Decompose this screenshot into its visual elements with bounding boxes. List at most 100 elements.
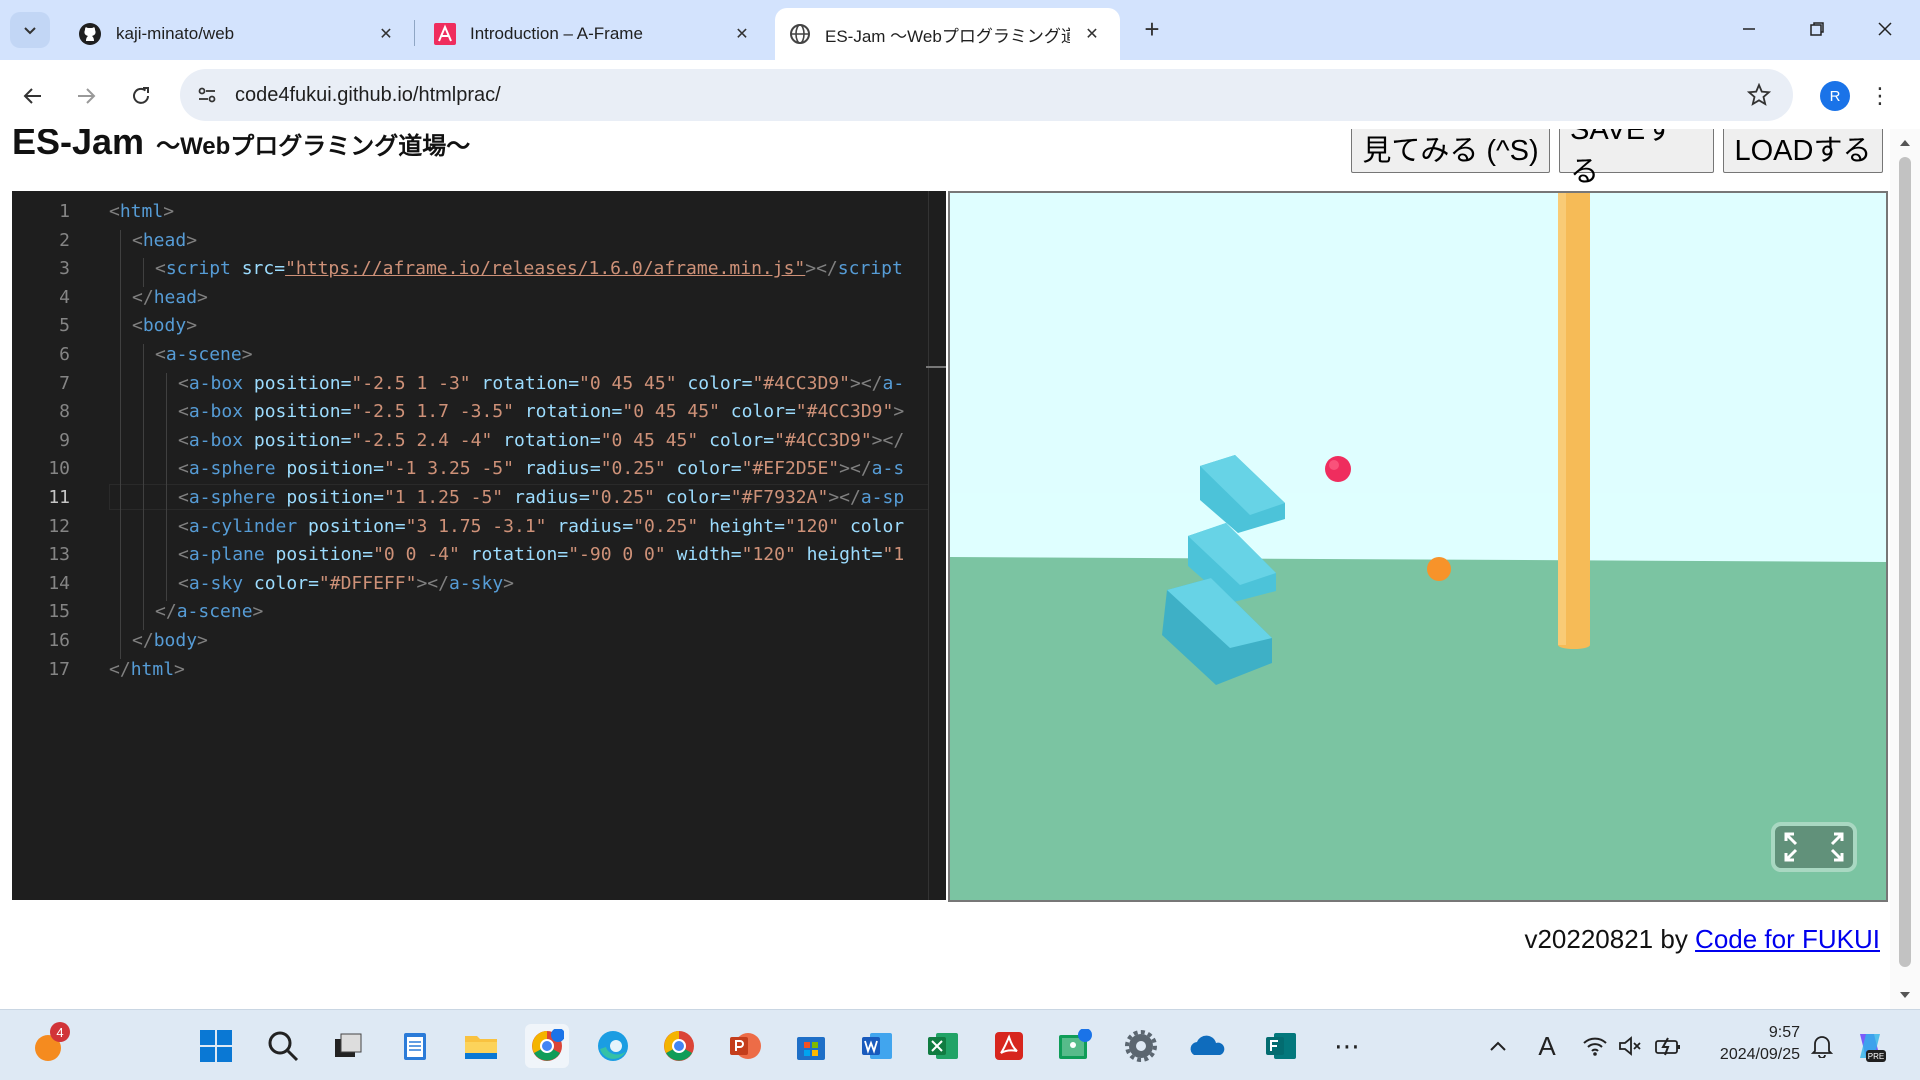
tab-strip: kaji-minato/web ✕ Introduction – A-Frame… [0,0,1920,60]
code-token: a-box [188,401,244,423]
code-token: ></ [871,429,905,451]
chrome-profile-button[interactable] [525,1024,569,1068]
code-token: = [373,458,384,480]
restore-button[interactable] [1783,0,1851,58]
acrobat-button[interactable] [987,1024,1031,1068]
scroll-up-icon[interactable] [1899,137,1911,147]
line-number: 7 [59,372,70,394]
code-token: = [557,544,569,566]
store-button[interactable] [789,1024,833,1068]
code-token: color [243,572,309,594]
more-apps-button[interactable]: ⋯ [1325,1024,1369,1068]
task-view-button[interactable] [326,1024,370,1068]
edge-button[interactable] [591,1024,635,1068]
new-tab-button[interactable]: + [1135,12,1169,46]
code-token: = [730,544,742,566]
copilot-icon: PRE [1860,1034,1886,1062]
excel-button[interactable] [921,1024,965,1068]
code-token: "1 [882,544,905,566]
file-explorer-button[interactable] [459,1024,503,1068]
line-number: 1 [59,201,70,222]
code-editor[interactable]: 1 <html> 2 <head> 3 <script src="https://afra… [12,191,946,900]
line-number: 8 [59,401,70,423]
code-token: = [308,572,319,594]
tab-github[interactable]: kaji-minato/web ✕ [64,8,414,60]
url-text: code4fukui.github.io/htmlprac/ [235,84,501,106]
network-button[interactable] [1580,1032,1610,1060]
copilot-button[interactable]: PRE [1852,1026,1888,1066]
widgets-button[interactable]: 4 [26,1022,70,1068]
profile-avatar[interactable]: R [1820,81,1850,111]
window-close-button[interactable] [1851,0,1919,58]
forward-button[interactable] [68,78,104,114]
notepad-button[interactable] [393,1024,437,1068]
indent-guide [120,229,121,659]
reload-button[interactable] [123,78,159,114]
tab-aframe[interactable]: Introduction – A-Frame ✕ [420,8,770,60]
volume-button[interactable] [1615,1032,1645,1060]
line-number: 4 [59,286,70,308]
load-button[interactable]: LOADする [1723,129,1883,173]
svg-text:PRE: PRE [1868,1052,1884,1061]
ime-indicator[interactable]: A [1533,1031,1561,1061]
clock[interactable]: 9:57 2024/09/25 [1700,1022,1800,1066]
battery-button[interactable] [1652,1032,1684,1060]
code-token: "https://aframe.io/releases/1.6.0/aframe… [285,258,806,280]
aframe-scene-preview[interactable] [948,191,1888,902]
code-token: > [186,229,198,251]
code-token: = [274,258,286,280]
code-token: </ [132,286,154,308]
code-token: position [243,401,341,423]
close-icon[interactable]: ✕ [1078,20,1106,48]
save-button[interactable]: SAVEする [1559,129,1714,188]
line-number: 14 [48,572,70,594]
fullscreen-button[interactable] [1771,822,1857,872]
star-icon[interactable] [1747,83,1771,107]
scroll-thumb[interactable] [1899,157,1911,967]
word-button[interactable] [855,1024,899,1068]
minimize-button[interactable] [1715,0,1783,58]
back-button[interactable] [15,78,51,114]
code-line: <a-plane position="0 0 -4" rotation="-90… [178,544,904,565]
reload-icon [133,87,149,104]
app-subtitle: 〜Webプログラミング道場〜 [156,133,471,160]
code-token: </ [132,630,154,651]
excel-icon [928,1033,958,1059]
version-text: v20220821 by [1524,924,1696,954]
code-line: <a-sky color="#DFFEFF"></a-sky> [178,573,514,594]
menu-icon[interactable]: ⋮ [1868,80,1892,112]
code-for-fukui-link[interactable]: Code for FUKUI [1695,924,1880,954]
tab-search-button[interactable] [10,12,50,48]
code-token: ></ [839,458,872,480]
code-line: <a-cylinder position="3 1.75 -3.1" radiu… [178,516,904,537]
powerpoint-button[interactable] [723,1024,767,1068]
code-token: = [362,544,374,566]
address-bar[interactable]: code4fukui.github.io/htmlprac/ [180,69,1793,121]
scroll-down-icon[interactable] [1899,991,1911,1001]
onedrive-button[interactable] [1185,1024,1229,1068]
code-line: <a-sphere position="-1 3.25 -5" radius="… [178,458,904,479]
page-scrollbar[interactable] [1890,129,1920,1009]
start-button[interactable] [194,1024,238,1068]
line-number: 9 [59,429,70,451]
code-token: "120" [784,515,840,537]
editor-minimap-gutter [928,191,946,900]
tab-es-jam[interactable]: ES-Jam 〜Webプログラミング道場〜 ✕ [775,8,1120,60]
close-icon[interactable]: ✕ [372,20,400,48]
chrome-profile-icon [532,1029,564,1061]
code-token: a-box [188,429,244,451]
search-button[interactable] [261,1024,305,1068]
classroom-button[interactable] [1053,1024,1097,1068]
close-icon[interactable]: ✕ [728,20,756,48]
preview-button[interactable]: 見てみる (^S) [1351,129,1550,173]
settings-button[interactable] [1119,1024,1163,1068]
tray-overflow-button[interactable] [1485,1032,1511,1060]
notifications-button[interactable] [1807,1032,1837,1060]
code-token: "#F7932A" [730,487,829,508]
forms-button[interactable] [1259,1024,1303,1068]
search-icon [268,1031,299,1062]
code-token: color [676,372,742,394]
site-info-icon[interactable] [196,84,218,106]
chrome-button[interactable] [657,1024,701,1068]
restore-icon [1810,22,1824,36]
